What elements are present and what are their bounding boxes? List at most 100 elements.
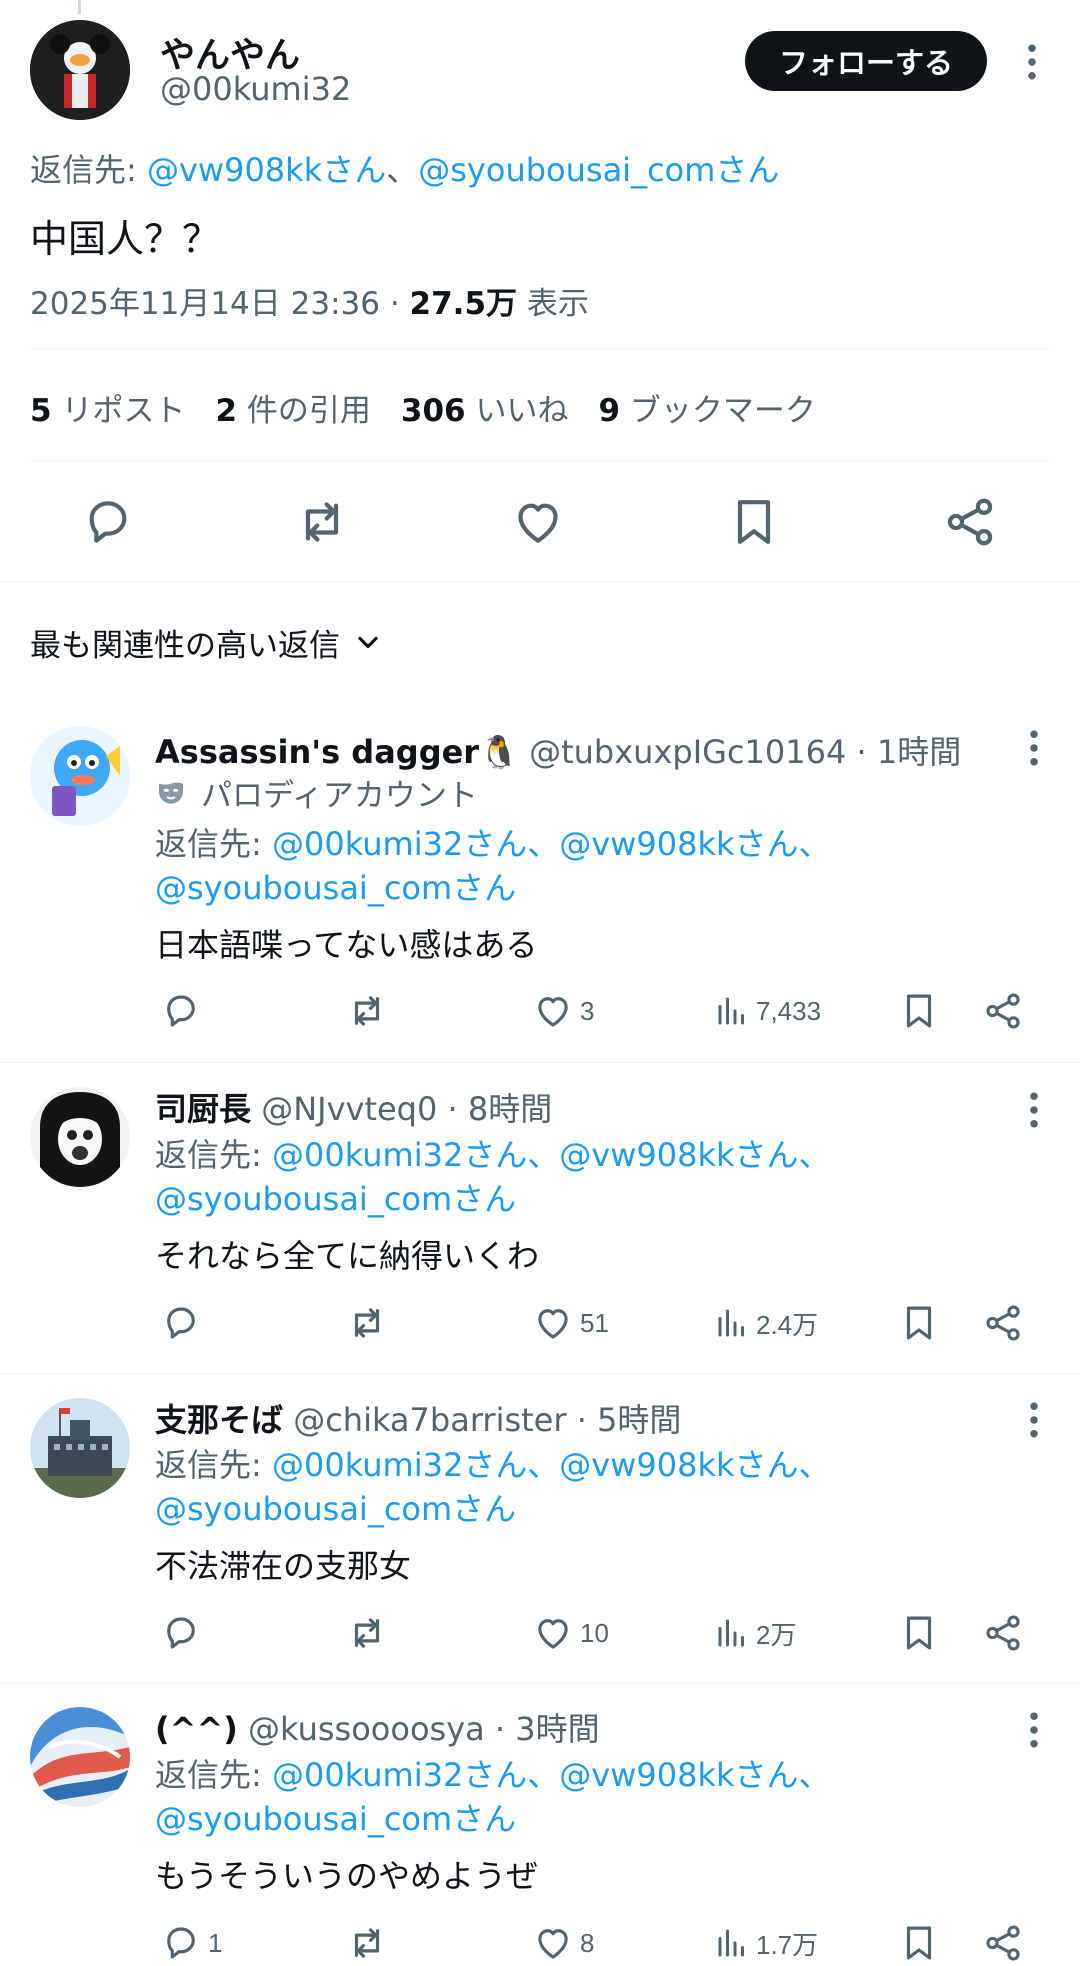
reply-author-handle[interactable]: @tubxuxpIGc10164 — [529, 733, 846, 771]
stat-bookmarks[interactable]: 9 ブックマーク — [598, 385, 815, 430]
reply-to-prefix: 返信先: — [155, 825, 262, 863]
reply-avatar[interactable] — [30, 1398, 130, 1498]
like-icon — [532, 1612, 574, 1654]
reply-author-name[interactable]: (^^) — [155, 1710, 238, 1748]
view-count: 2万 — [756, 1619, 797, 1650]
share-icon[interactable] — [942, 494, 998, 550]
reply-icon[interactable] — [80, 494, 136, 550]
like-icon[interactable] — [510, 494, 566, 550]
reply-to-links[interactable]: @00kumi32さん、@vw908kkさん、 — [272, 825, 831, 863]
sort-replies-dropdown[interactable]: 最も関連性の高い返信 — [30, 620, 382, 665]
reply-time[interactable]: · 8時間 — [448, 1090, 553, 1128]
reply-author-handle[interactable]: @chika7barrister — [293, 1401, 566, 1439]
reply-to-links[interactable]: @00kumi32さん、@vw908kkさん、 — [272, 1446, 831, 1484]
reply-icon — [160, 990, 202, 1032]
views-label: 表示 — [526, 286, 589, 322]
reply-time[interactable]: · 3時間 — [495, 1710, 600, 1748]
reply-header: (^^) @kussoooosya · 3時間 — [155, 1704, 600, 1750]
more-options-icon[interactable] — [1022, 1090, 1046, 1130]
stat-count: 9 — [598, 393, 621, 429]
retweet-icon[interactable] — [294, 494, 350, 550]
stat-reposts[interactable]: 5 リポスト — [30, 385, 185, 430]
share-icon[interactable] — [982, 1922, 1024, 1964]
reply-author-handle[interactable]: @kussoooosya — [248, 1710, 485, 1748]
reply-author-name[interactable]: 司厨長 — [155, 1090, 251, 1128]
reply-to-link[interactable]: @syoubousai_comさん — [155, 1490, 516, 1528]
bookmark-icon[interactable] — [898, 1302, 940, 1344]
more-options-icon[interactable] — [1020, 42, 1044, 82]
reply-header: 司厨長 @NJvvteq0 · 8時間 — [155, 1084, 552, 1130]
retweet-button[interactable] — [346, 990, 388, 1032]
divider — [0, 1683, 1080, 1684]
reply-to-link[interactable]: @syoubousai_comさん — [155, 1800, 516, 1838]
views-button[interactable]: 7,433 — [714, 990, 821, 1032]
thread-line — [78, 0, 81, 14]
like-button[interactable]: 8 — [532, 1922, 594, 1964]
bookmark-icon[interactable] — [898, 990, 940, 1032]
follow-button[interactable]: フォローする — [745, 31, 987, 91]
more-options-icon[interactable] — [1022, 1400, 1046, 1440]
reply-avatar[interactable] — [30, 1087, 130, 1187]
bookmark-icon[interactable] — [726, 494, 782, 550]
stat-count: 5 — [30, 393, 52, 429]
reply-to-link-1[interactable]: @vw908kkさん — [147, 151, 386, 189]
main-avatar[interactable] — [30, 20, 130, 120]
reply-to-link[interactable]: @syoubousai_comさん — [155, 869, 516, 907]
reply-to-prefix: 返信先: — [30, 151, 137, 189]
stat-quotes[interactable]: 2 件の引用 — [215, 385, 370, 430]
reply-avatar[interactable] — [30, 1707, 130, 1807]
reply-to-prefix: 返信先: — [155, 1136, 262, 1174]
reply-author-handle[interactable]: @NJvvteq0 — [261, 1090, 437, 1128]
like-button[interactable]: 3 — [532, 990, 594, 1032]
views-icon — [714, 990, 750, 1032]
reply-author-name[interactable]: 支那そば — [155, 1401, 283, 1439]
reply-to-links[interactable]: @00kumi32さん、@vw908kkさん、 — [272, 1756, 831, 1794]
views-button[interactable]: 2万 — [714, 1612, 796, 1654]
reply-time[interactable]: · 1時間 — [857, 733, 962, 771]
views-button[interactable]: 2.4万 — [714, 1302, 818, 1344]
bookmark-icon[interactable] — [898, 1922, 940, 1964]
more-options-icon[interactable] — [1022, 728, 1046, 768]
retweet-icon — [346, 990, 388, 1032]
more-options-icon[interactable] — [1022, 1710, 1046, 1750]
stat-count: 2 — [215, 393, 238, 429]
reply-avatar[interactable] — [30, 726, 130, 826]
share-icon[interactable] — [982, 1302, 1024, 1344]
reply-to-prefix: 返信先: — [155, 1756, 262, 1794]
retweet-icon — [346, 1922, 388, 1964]
reply-text: それなら全てに納得いくわ — [155, 1237, 540, 1275]
timestamp[interactable]: 2025年11月14日 23:36 · — [30, 286, 400, 322]
share-icon[interactable] — [982, 1612, 1024, 1654]
like-count: 3 — [580, 995, 595, 1026]
reply-button[interactable] — [160, 1302, 208, 1344]
sort-label: 最も関連性の高い返信 — [30, 628, 340, 664]
retweet-button[interactable] — [346, 1922, 388, 1964]
share-icon[interactable] — [982, 990, 1024, 1032]
reply-to-link[interactable]: @syoubousai_comさん — [155, 1180, 516, 1218]
like-count: 51 — [580, 1307, 609, 1338]
like-icon — [532, 1302, 574, 1344]
like-icon — [532, 990, 574, 1032]
reply-to-link-2[interactable]: @syoubousai_comさん — [418, 151, 779, 189]
bookmark-icon[interactable] — [898, 1612, 940, 1654]
view-count: 7,433 — [756, 995, 822, 1026]
reply-button[interactable] — [160, 990, 208, 1032]
like-button[interactable]: 51 — [532, 1302, 609, 1344]
reply-time[interactable]: · 5時間 — [577, 1401, 682, 1439]
reply-icon — [160, 1302, 202, 1344]
retweet-button[interactable] — [346, 1302, 388, 1344]
reply-to-links[interactable]: @00kumi32さん、@vw908kkさん、 — [272, 1136, 831, 1174]
stat-likes[interactable]: 306 いいね — [401, 385, 569, 430]
like-button[interactable]: 10 — [532, 1612, 609, 1654]
reply-to: 返信先: @00kumi32さん、@vw908kkさん、 @syoubousai… — [155, 1133, 875, 1221]
retweet-button[interactable] — [346, 1612, 388, 1654]
reply-button[interactable]: 1 — [160, 1922, 222, 1964]
reply-icon — [160, 1612, 202, 1654]
reply-button[interactable] — [160, 1612, 208, 1654]
main-handle[interactable]: @00kumi32 — [160, 70, 351, 108]
reply-author-name[interactable]: Assassin's dagger🐧 — [155, 733, 519, 771]
divider — [0, 1062, 1080, 1063]
view-count: 1.7万 — [756, 1929, 819, 1960]
views-button[interactable]: 1.7万 — [714, 1922, 818, 1964]
reply-text: 不法滞在の支那女 — [155, 1547, 412, 1585]
